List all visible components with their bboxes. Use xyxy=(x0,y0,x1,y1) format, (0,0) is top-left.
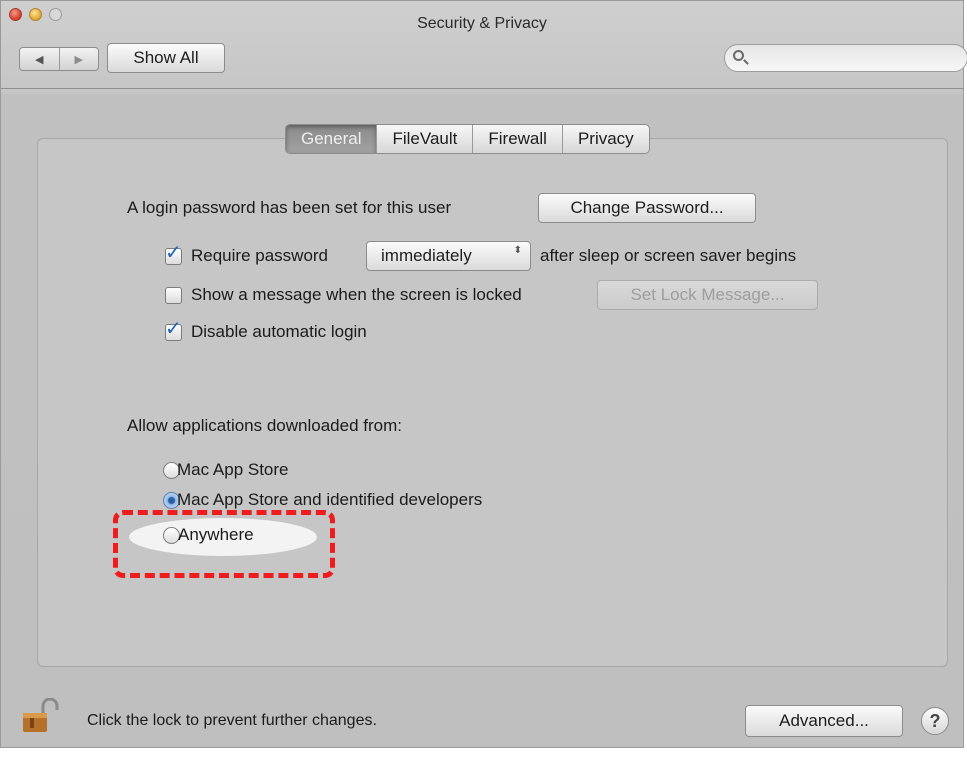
title-bar: Security & Privacy xyxy=(1,1,963,32)
change-password-button[interactable]: Change Password... xyxy=(538,193,756,223)
lock-status-text: Click the lock to prevent further change… xyxy=(87,712,377,729)
lock-icon[interactable] xyxy=(21,698,65,734)
tab-privacy[interactable]: Privacy xyxy=(561,125,649,153)
login-password-text: A login password has been set for this u… xyxy=(127,198,452,217)
security-privacy-window: Security & Privacy ◀ ▶ Show All General … xyxy=(0,0,967,748)
back-forward-control: ◀ ▶ xyxy=(19,47,99,71)
set-lock-message-button[interactable]: Set Lock Message... xyxy=(597,280,818,310)
help-icon[interactable]: ? xyxy=(921,707,949,735)
toolbar-divider xyxy=(1,88,963,89)
after-sleep-text: after sleep or screen saver begins xyxy=(540,246,797,265)
show-message-label: Show a message when the screen is locked xyxy=(191,285,522,304)
tab-filevault[interactable]: FileVault xyxy=(376,125,472,153)
disable-auto-login-checkbox[interactable]: ✓ xyxy=(165,319,182,341)
disable-auto-login-label: Disable automatic login xyxy=(191,322,367,341)
tab-general[interactable]: General xyxy=(286,125,377,153)
search-icon xyxy=(733,50,744,61)
tab-bar: General FileVault Firewall Privacy xyxy=(285,124,650,154)
allow-apps-heading: Allow applications downloaded from: xyxy=(127,416,402,435)
radio-mac-app-store-label: Mac App Store xyxy=(177,460,289,479)
radio-identified-developers-label: Mac App Store and identified developers xyxy=(177,490,483,509)
require-password-timing-popup[interactable]: immediately ⬍ xyxy=(366,241,531,271)
tab-firewall[interactable]: Firewall xyxy=(472,125,562,153)
require-password-label: Require password xyxy=(191,246,329,265)
timing-selected-value: immediately xyxy=(381,246,472,265)
show-message-checkbox[interactable] xyxy=(165,287,182,304)
search-field[interactable] xyxy=(724,44,967,72)
advanced-button[interactable]: Advanced... xyxy=(745,705,903,737)
forward-button[interactable]: ▶ xyxy=(58,48,99,70)
checkmark-icon: ✓ xyxy=(165,242,182,264)
back-button[interactable]: ◀ xyxy=(20,48,59,70)
show-all-button[interactable]: Show All xyxy=(107,43,225,73)
annotation-dashed-box xyxy=(113,510,335,578)
checkmark-icon: ✓ xyxy=(165,318,182,340)
popup-arrows-icon: ⬍ xyxy=(513,245,522,256)
search-input[interactable] xyxy=(751,48,955,70)
require-password-checkbox[interactable]: ✓ xyxy=(165,243,182,265)
window-title: Security & Privacy xyxy=(417,15,547,32)
